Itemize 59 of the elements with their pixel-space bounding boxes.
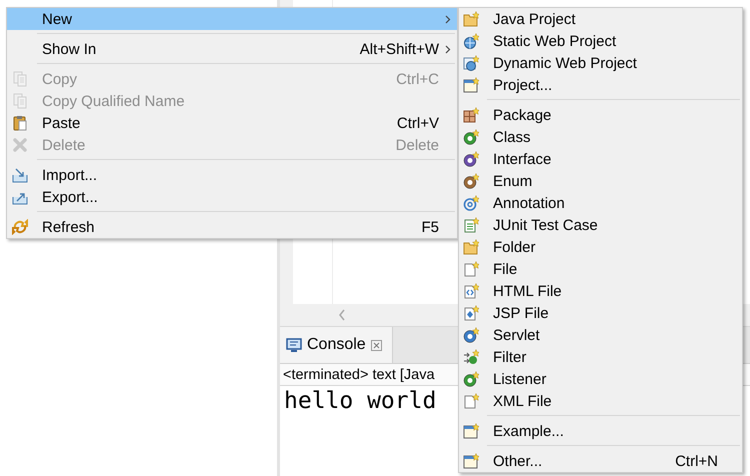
menu-item[interactable]: Servlet	[459, 324, 742, 346]
circle-icon	[463, 371, 479, 387]
menu-item[interactable]: Project...	[459, 74, 742, 96]
menu-item[interactable]: HTML File	[459, 280, 742, 302]
folder-icon	[463, 11, 479, 27]
chevron-right-icon	[445, 14, 451, 24]
monitor-icon	[286, 337, 302, 353]
arrows-circle-icon	[463, 349, 479, 365]
folder-icon	[463, 239, 479, 255]
ring-icon	[463, 195, 479, 211]
menu-item[interactable]: Folder	[459, 236, 742, 258]
console-tab[interactable]: Console	[280, 327, 393, 363]
menu-item[interactable]: JSP File	[459, 302, 742, 324]
menu-item[interactable]: Interface	[459, 148, 742, 170]
menu-item[interactable]: XML File	[459, 390, 742, 412]
menu-item[interactable]: JUnit Test Case	[459, 214, 742, 236]
window-icon	[463, 77, 479, 93]
code-file-icon	[463, 283, 479, 299]
menu-item[interactable]: Package	[459, 104, 742, 126]
file-icon	[463, 261, 479, 277]
refresh-icon	[12, 219, 28, 235]
file-icon	[463, 393, 479, 409]
menu-item[interactable]: Import...	[7, 164, 457, 186]
globe-window-icon	[463, 55, 479, 71]
menu-item[interactable]: Listener	[459, 368, 742, 390]
clipboard-icon	[12, 115, 28, 131]
close-icon[interactable]	[370, 340, 382, 350]
document-icon	[463, 217, 479, 233]
tray-arrow-icon	[12, 167, 28, 183]
window-icon	[463, 453, 479, 469]
circle-icon	[463, 173, 479, 189]
package-icon	[463, 107, 479, 123]
menu-item[interactable]: Refresh F5	[7, 216, 457, 238]
pages-icon	[12, 93, 28, 109]
cross-icon	[12, 137, 28, 153]
console-output: hello world	[284, 388, 436, 414]
circle-icon	[463, 129, 479, 145]
menu-item[interactable]: Java Project	[459, 8, 742, 30]
circle-icon	[463, 327, 479, 343]
menu-item[interactable]: Dynamic Web Project	[459, 52, 742, 74]
pages-icon	[12, 71, 28, 87]
menu-item[interactable]: File	[459, 258, 742, 280]
globe-icon	[463, 33, 479, 49]
menu-item[interactable]: Example...	[459, 420, 742, 442]
menu-item[interactable]: New	[7, 8, 457, 30]
menu-item[interactable]: Filter	[459, 346, 742, 368]
window-icon	[463, 423, 479, 439]
menu-item[interactable]: Show In Alt+Shift+W	[7, 38, 457, 60]
circle-icon	[463, 151, 479, 167]
console-status: <terminated> text [Java	[283, 366, 435, 382]
chevron-right-icon	[445, 44, 451, 54]
menu-item[interactable]: Class	[459, 126, 742, 148]
menu-item[interactable]: Export...	[7, 186, 457, 208]
menu-item[interactable]: Paste Ctrl+V	[7, 112, 457, 134]
menu-item[interactable]: Other... Ctrl+N	[459, 450, 742, 472]
menu-item[interactable]: Static Web Project	[459, 30, 742, 52]
menu-item[interactable]: Enum	[459, 170, 742, 192]
diamond-file-icon	[463, 305, 479, 321]
menu-item[interactable]: Annotation	[459, 192, 742, 214]
